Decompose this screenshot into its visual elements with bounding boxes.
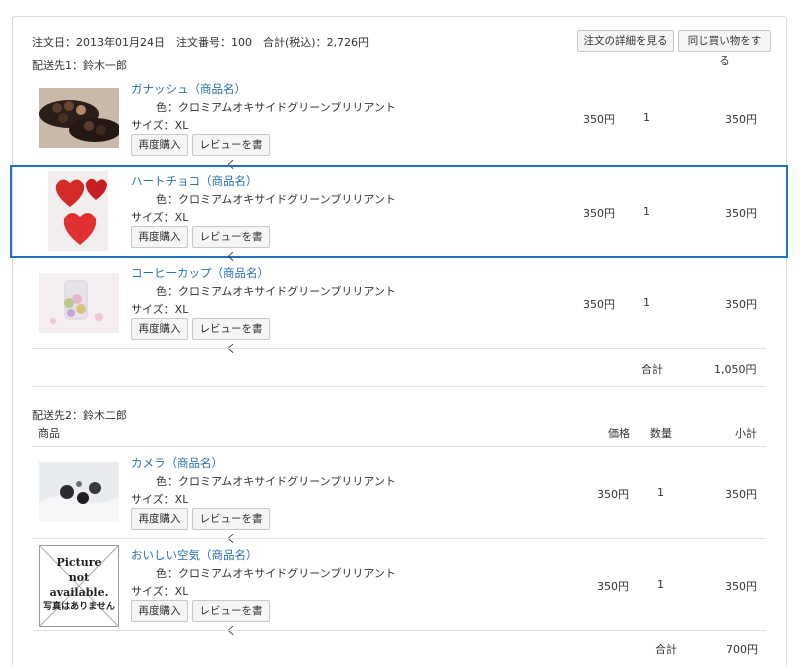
item-quantity: 1 bbox=[657, 578, 664, 591]
divider bbox=[32, 348, 766, 349]
item-quantity: 1 bbox=[643, 205, 650, 218]
shipment-total-label: 合計 bbox=[655, 643, 677, 656]
item-subtotal: 350円 bbox=[725, 488, 757, 501]
column-header-price: 価格 bbox=[608, 427, 630, 440]
order-panel bbox=[12, 16, 787, 667]
placeholder-caption: Picture not available. 写真はありません bbox=[43, 556, 115, 612]
shipment-label: 配送先2：鈴木二郎 bbox=[32, 409, 127, 422]
write-review-button[interactable]: レビューを書く bbox=[192, 226, 270, 263]
product-color: 色：クロミアムオキサイドグリーンブリリアント bbox=[156, 567, 396, 580]
product-color: 色：クロミアムオキサイドグリーンブリリアント bbox=[156, 193, 396, 206]
product-link-ganache[interactable]: ガナッシュ（商品名） bbox=[131, 81, 246, 97]
rebuy-button[interactable]: 再度購入 bbox=[131, 508, 188, 530]
divider bbox=[32, 386, 766, 387]
column-header-subtotal: 小計 bbox=[735, 427, 757, 440]
shipment-total-value: 1,050円 bbox=[714, 363, 757, 376]
product-thumbnail-camera[interactable] bbox=[39, 462, 119, 522]
product-color: 色：クロミアムオキサイドグリーンブリリアント bbox=[156, 101, 396, 114]
camera-image bbox=[39, 462, 119, 522]
item-quantity: 1 bbox=[643, 296, 650, 309]
shipment-total-value: 700円 bbox=[726, 643, 758, 656]
write-review-button[interactable]: レビューを書く bbox=[192, 508, 270, 545]
item-subtotal: 350円 bbox=[725, 207, 757, 220]
shipment-total-label: 合計 bbox=[641, 363, 663, 376]
item-price: 350円 bbox=[583, 207, 615, 220]
item-quantity: 1 bbox=[657, 486, 664, 499]
rebuy-button[interactable]: 再度購入 bbox=[131, 226, 188, 248]
item-price: 350円 bbox=[597, 488, 629, 501]
product-thumbnail-heart-choco[interactable] bbox=[48, 171, 108, 251]
item-subtotal: 350円 bbox=[725, 113, 757, 126]
write-review-button[interactable]: レビューを書く bbox=[192, 134, 270, 171]
product-thumbnail-coffee-cup[interactable] bbox=[39, 273, 119, 333]
shipment-label: 配送先1：鈴木一郎 bbox=[32, 59, 127, 72]
product-link-coffee-cup[interactable]: コーヒーカップ（商品名） bbox=[131, 265, 269, 281]
product-thumbnail-ganache[interactable] bbox=[39, 88, 119, 148]
item-subtotal: 350円 bbox=[725, 580, 757, 593]
order-summary: 注文日：2013年01月24日 注文番号：100 合計(税込)：2,726円 bbox=[32, 36, 370, 49]
product-color: 色：クロミアムオキサイドグリーンブリリアント bbox=[156, 285, 396, 298]
item-subtotal: 350円 bbox=[725, 298, 757, 311]
coffee-cup-image bbox=[39, 273, 119, 333]
repeat-purchase-button[interactable]: 同じ買い物をする bbox=[678, 30, 771, 67]
write-review-button[interactable]: レビューを書く bbox=[192, 318, 270, 355]
product-link-air[interactable]: おいしい空気（商品名） bbox=[131, 547, 258, 563]
write-review-button[interactable]: レビューを書く bbox=[192, 600, 270, 637]
item-price: 350円 bbox=[597, 580, 629, 593]
product-thumbnail-placeholder[interactable]: Picture not available. 写真はありません bbox=[39, 545, 119, 627]
item-price: 350円 bbox=[583, 298, 615, 311]
product-size: サイズ：XL bbox=[131, 119, 189, 132]
product-size: サイズ：XL bbox=[131, 211, 189, 224]
rebuy-button[interactable]: 再度購入 bbox=[131, 134, 188, 156]
item-quantity: 1 bbox=[643, 111, 650, 124]
column-header-quantity: 数量 bbox=[650, 427, 672, 440]
product-link-heart-choco[interactable]: ハートチョコ（商品名） bbox=[131, 173, 258, 189]
product-size: サイズ：XL bbox=[131, 585, 189, 598]
product-color: 色：クロミアムオキサイドグリーンブリリアント bbox=[156, 475, 396, 488]
product-size: サイズ：XL bbox=[131, 303, 189, 316]
rebuy-button[interactable]: 再度購入 bbox=[131, 318, 188, 340]
order-detail-button[interactable]: 注文の詳細を見る bbox=[577, 30, 674, 52]
product-link-camera[interactable]: カメラ（商品名） bbox=[131, 455, 223, 471]
divider bbox=[32, 538, 766, 539]
ganache-image bbox=[39, 88, 119, 148]
column-header-product: 商品 bbox=[38, 427, 60, 440]
selected-row-highlight bbox=[10, 165, 788, 258]
product-size: サイズ：XL bbox=[131, 493, 189, 506]
heart-choco-image bbox=[48, 171, 108, 251]
divider bbox=[32, 630, 766, 631]
divider bbox=[32, 446, 766, 447]
rebuy-button[interactable]: 再度購入 bbox=[131, 600, 188, 622]
item-price: 350円 bbox=[583, 113, 615, 126]
